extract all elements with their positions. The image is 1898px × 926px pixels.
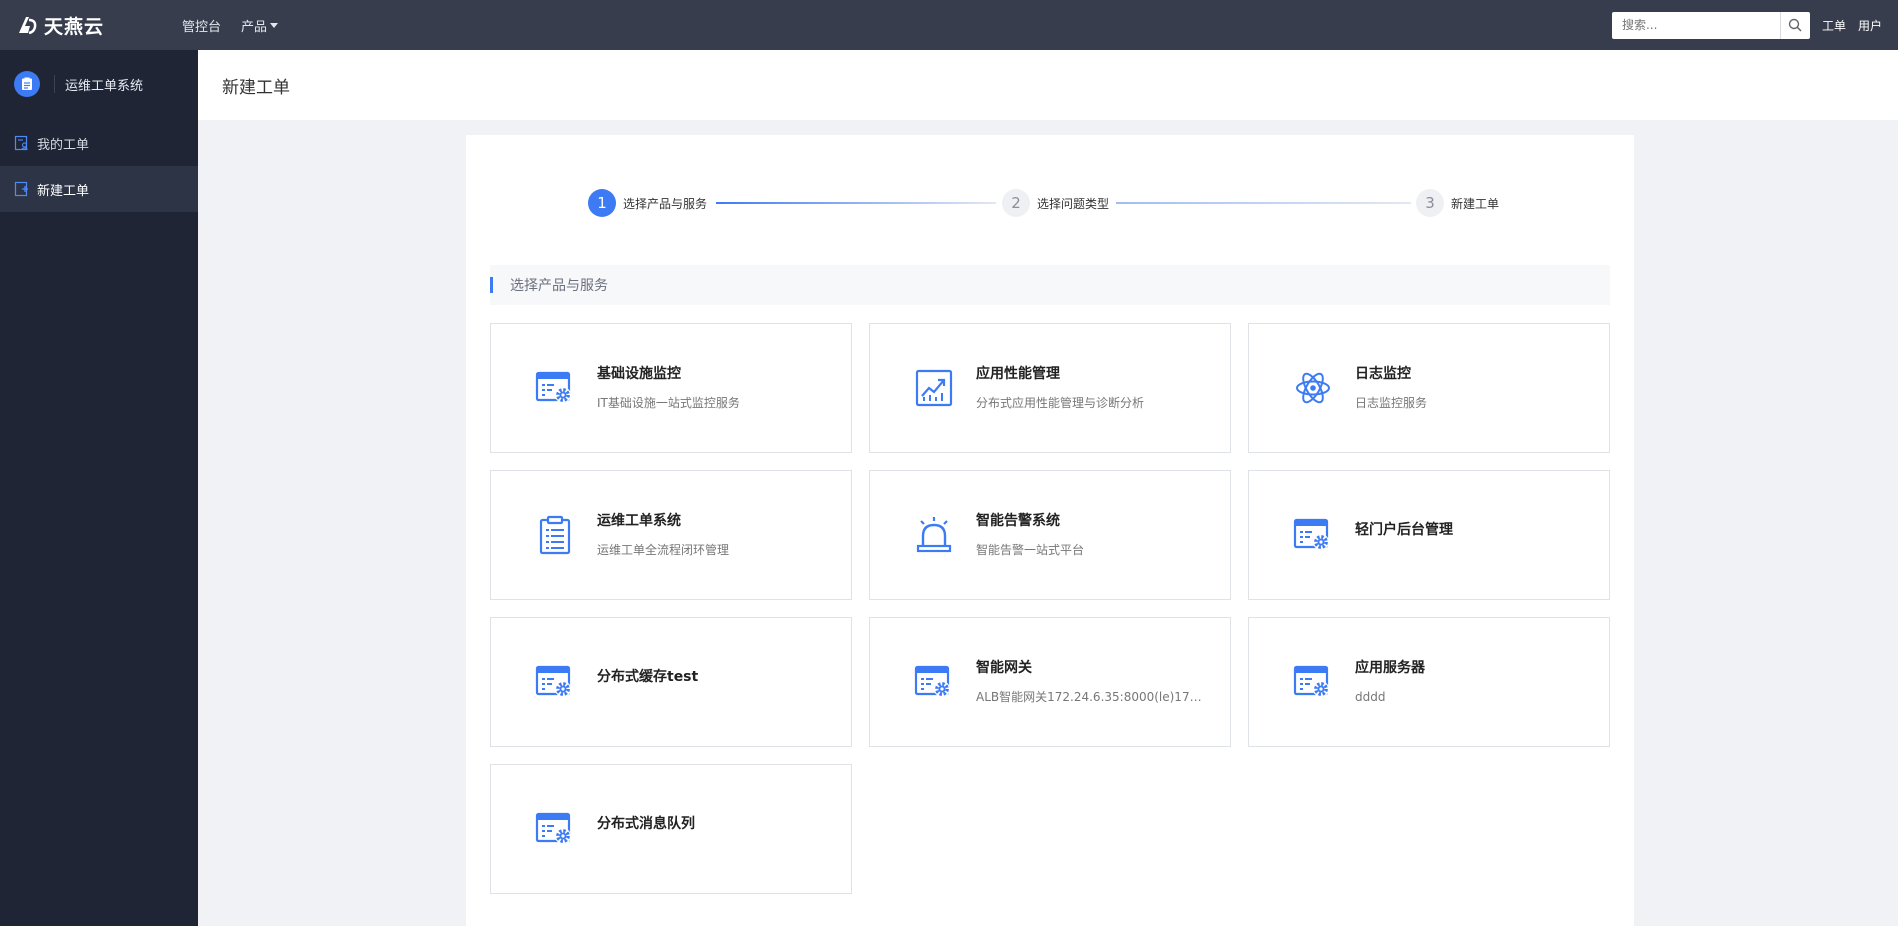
card-title: 分布式缓存test bbox=[597, 669, 699, 685]
atom-icon bbox=[1291, 366, 1335, 410]
brand-logo[interactable]: 天燕云 bbox=[16, 12, 156, 39]
server-gear-icon bbox=[533, 807, 577, 851]
step-3: 3 新建工单 bbox=[1416, 187, 1499, 219]
main-panel: 1 选择产品与服务 2 选择问题类型 3 新建工单 选择产品与服务 基础设施监控… bbox=[466, 135, 1634, 926]
caret-down-icon bbox=[270, 22, 279, 28]
product-card-app-server[interactable]: 应用服务器 dddd bbox=[1248, 617, 1610, 747]
product-card-alert-system[interactable]: 智能告警系统 智能告警一站式平台 bbox=[869, 470, 1231, 600]
card-title: 运维工单系统 bbox=[597, 513, 681, 529]
logo-mark-icon bbox=[19, 17, 37, 35]
app-name: 运维工单系统 bbox=[65, 78, 144, 94]
logo-text: 天燕云 bbox=[44, 15, 105, 38]
sidebar-item-label: 新建工单 bbox=[37, 183, 90, 199]
card-description: dddd bbox=[1355, 690, 1386, 704]
section-title: 选择产品与服务 bbox=[510, 278, 608, 294]
product-card-infra-monitor[interactable]: 基础设施监控 IT基础设施一站式监控服务 bbox=[490, 323, 852, 453]
product-card-ops-ticket[interactable]: 运维工单系统 运维工单全流程闭环管理 bbox=[490, 470, 852, 600]
page-title: 新建工单 bbox=[222, 77, 290, 98]
page-header: 新建工单 bbox=[198, 50, 1898, 120]
product-card-smart-gateway[interactable]: 智能网关 ALB智能网关172.24.6.35:8000(le)172.2... bbox=[869, 617, 1231, 747]
sidebar: 运维工单系统 我的工单 新建工单 bbox=[0, 50, 198, 926]
top-user-link[interactable]: 用户 bbox=[1858, 17, 1882, 34]
step-number: 3 bbox=[1416, 189, 1444, 217]
nav-products-label: 产品 bbox=[241, 19, 268, 35]
product-card-apm[interactable]: 应用性能管理 分布式应用性能管理与诊断分析 bbox=[869, 323, 1231, 453]
server-gear-icon bbox=[1291, 660, 1335, 704]
product-card-message-queue[interactable]: 分布式消息队列 bbox=[490, 764, 852, 894]
app-icon bbox=[14, 71, 40, 97]
step-connector bbox=[1116, 202, 1411, 204]
card-title: 智能网关 bbox=[976, 660, 1032, 676]
product-card-portal-admin[interactable]: 轻门户后台管理 bbox=[1248, 470, 1610, 600]
user-doc-icon bbox=[14, 135, 28, 151]
nav-console-label: 管控台 bbox=[182, 19, 222, 35]
search-input[interactable] bbox=[1611, 12, 1780, 38]
chart-trend-icon bbox=[912, 366, 956, 410]
top-nav-bar: 天燕云 管控台 产品 工单 用户 bbox=[0, 0, 1898, 50]
card-description: 智能告警一站式平台 bbox=[976, 543, 1085, 557]
alarm-siren-icon bbox=[912, 513, 956, 557]
sidebar-item-my-tickets[interactable]: 我的工单 bbox=[0, 120, 198, 166]
step-indicator: 1 选择产品与服务 2 选择问题类型 3 新建工单 bbox=[466, 187, 1634, 219]
product-card-log-monitor[interactable]: 日志监控 日志监控服务 bbox=[1248, 323, 1610, 453]
step-2: 2 选择问题类型 bbox=[1002, 187, 1109, 219]
section-accent-bar bbox=[490, 277, 493, 293]
step-1: 1 选择产品与服务 bbox=[588, 187, 707, 219]
nav-products-dropdown[interactable]: 产品 bbox=[241, 16, 279, 35]
server-gear-icon bbox=[533, 660, 577, 704]
product-card-distributed-cache[interactable]: 分布式缓存test bbox=[490, 617, 852, 747]
header-divider bbox=[54, 75, 55, 93]
step-connector bbox=[716, 202, 996, 204]
card-description: IT基础设施一站式监控服务 bbox=[597, 396, 740, 410]
card-description: ALB智能网关172.24.6.35:8000(le)172.2... bbox=[976, 690, 1206, 704]
search-button[interactable] bbox=[1779, 11, 1809, 39]
card-title: 应用性能管理 bbox=[976, 366, 1060, 382]
server-gear-icon bbox=[1291, 513, 1335, 557]
card-title: 智能告警系统 bbox=[976, 513, 1060, 529]
card-title: 应用服务器 bbox=[1355, 660, 1425, 676]
card-title: 分布式消息队列 bbox=[597, 816, 695, 832]
card-description: 日志监控服务 bbox=[1355, 396, 1428, 410]
server-gear-icon bbox=[533, 366, 577, 410]
step-label: 选择问题类型 bbox=[1037, 196, 1110, 211]
card-description: 运维工单全流程闭环管理 bbox=[597, 543, 730, 557]
card-title: 基础设施监控 bbox=[597, 366, 681, 382]
step-label: 新建工单 bbox=[1451, 196, 1500, 211]
step-number: 2 bbox=[1002, 189, 1030, 217]
top-tickets-link[interactable]: 工单 bbox=[1822, 17, 1846, 34]
clipboard-icon bbox=[22, 77, 32, 90]
search-icon bbox=[1788, 18, 1802, 32]
card-title: 轻门户后台管理 bbox=[1355, 522, 1453, 538]
step-number: 1 bbox=[588, 189, 616, 217]
sidebar-header: 运维工单系统 bbox=[0, 50, 198, 118]
sidebar-item-label: 我的工单 bbox=[37, 137, 90, 153]
card-description: 分布式应用性能管理与诊断分析 bbox=[976, 396, 1145, 410]
sidebar-item-new-ticket[interactable]: 新建工单 bbox=[0, 166, 198, 212]
search-box bbox=[1611, 11, 1810, 39]
section-header: 选择产品与服务 bbox=[490, 265, 1610, 305]
clipboard-list-icon bbox=[533, 513, 577, 557]
add-doc-icon bbox=[14, 181, 28, 197]
step-label: 选择产品与服务 bbox=[623, 196, 708, 211]
card-title: 日志监控 bbox=[1355, 366, 1411, 382]
server-gear-icon bbox=[912, 660, 956, 704]
nav-console-link[interactable]: 管控台 bbox=[182, 16, 221, 35]
